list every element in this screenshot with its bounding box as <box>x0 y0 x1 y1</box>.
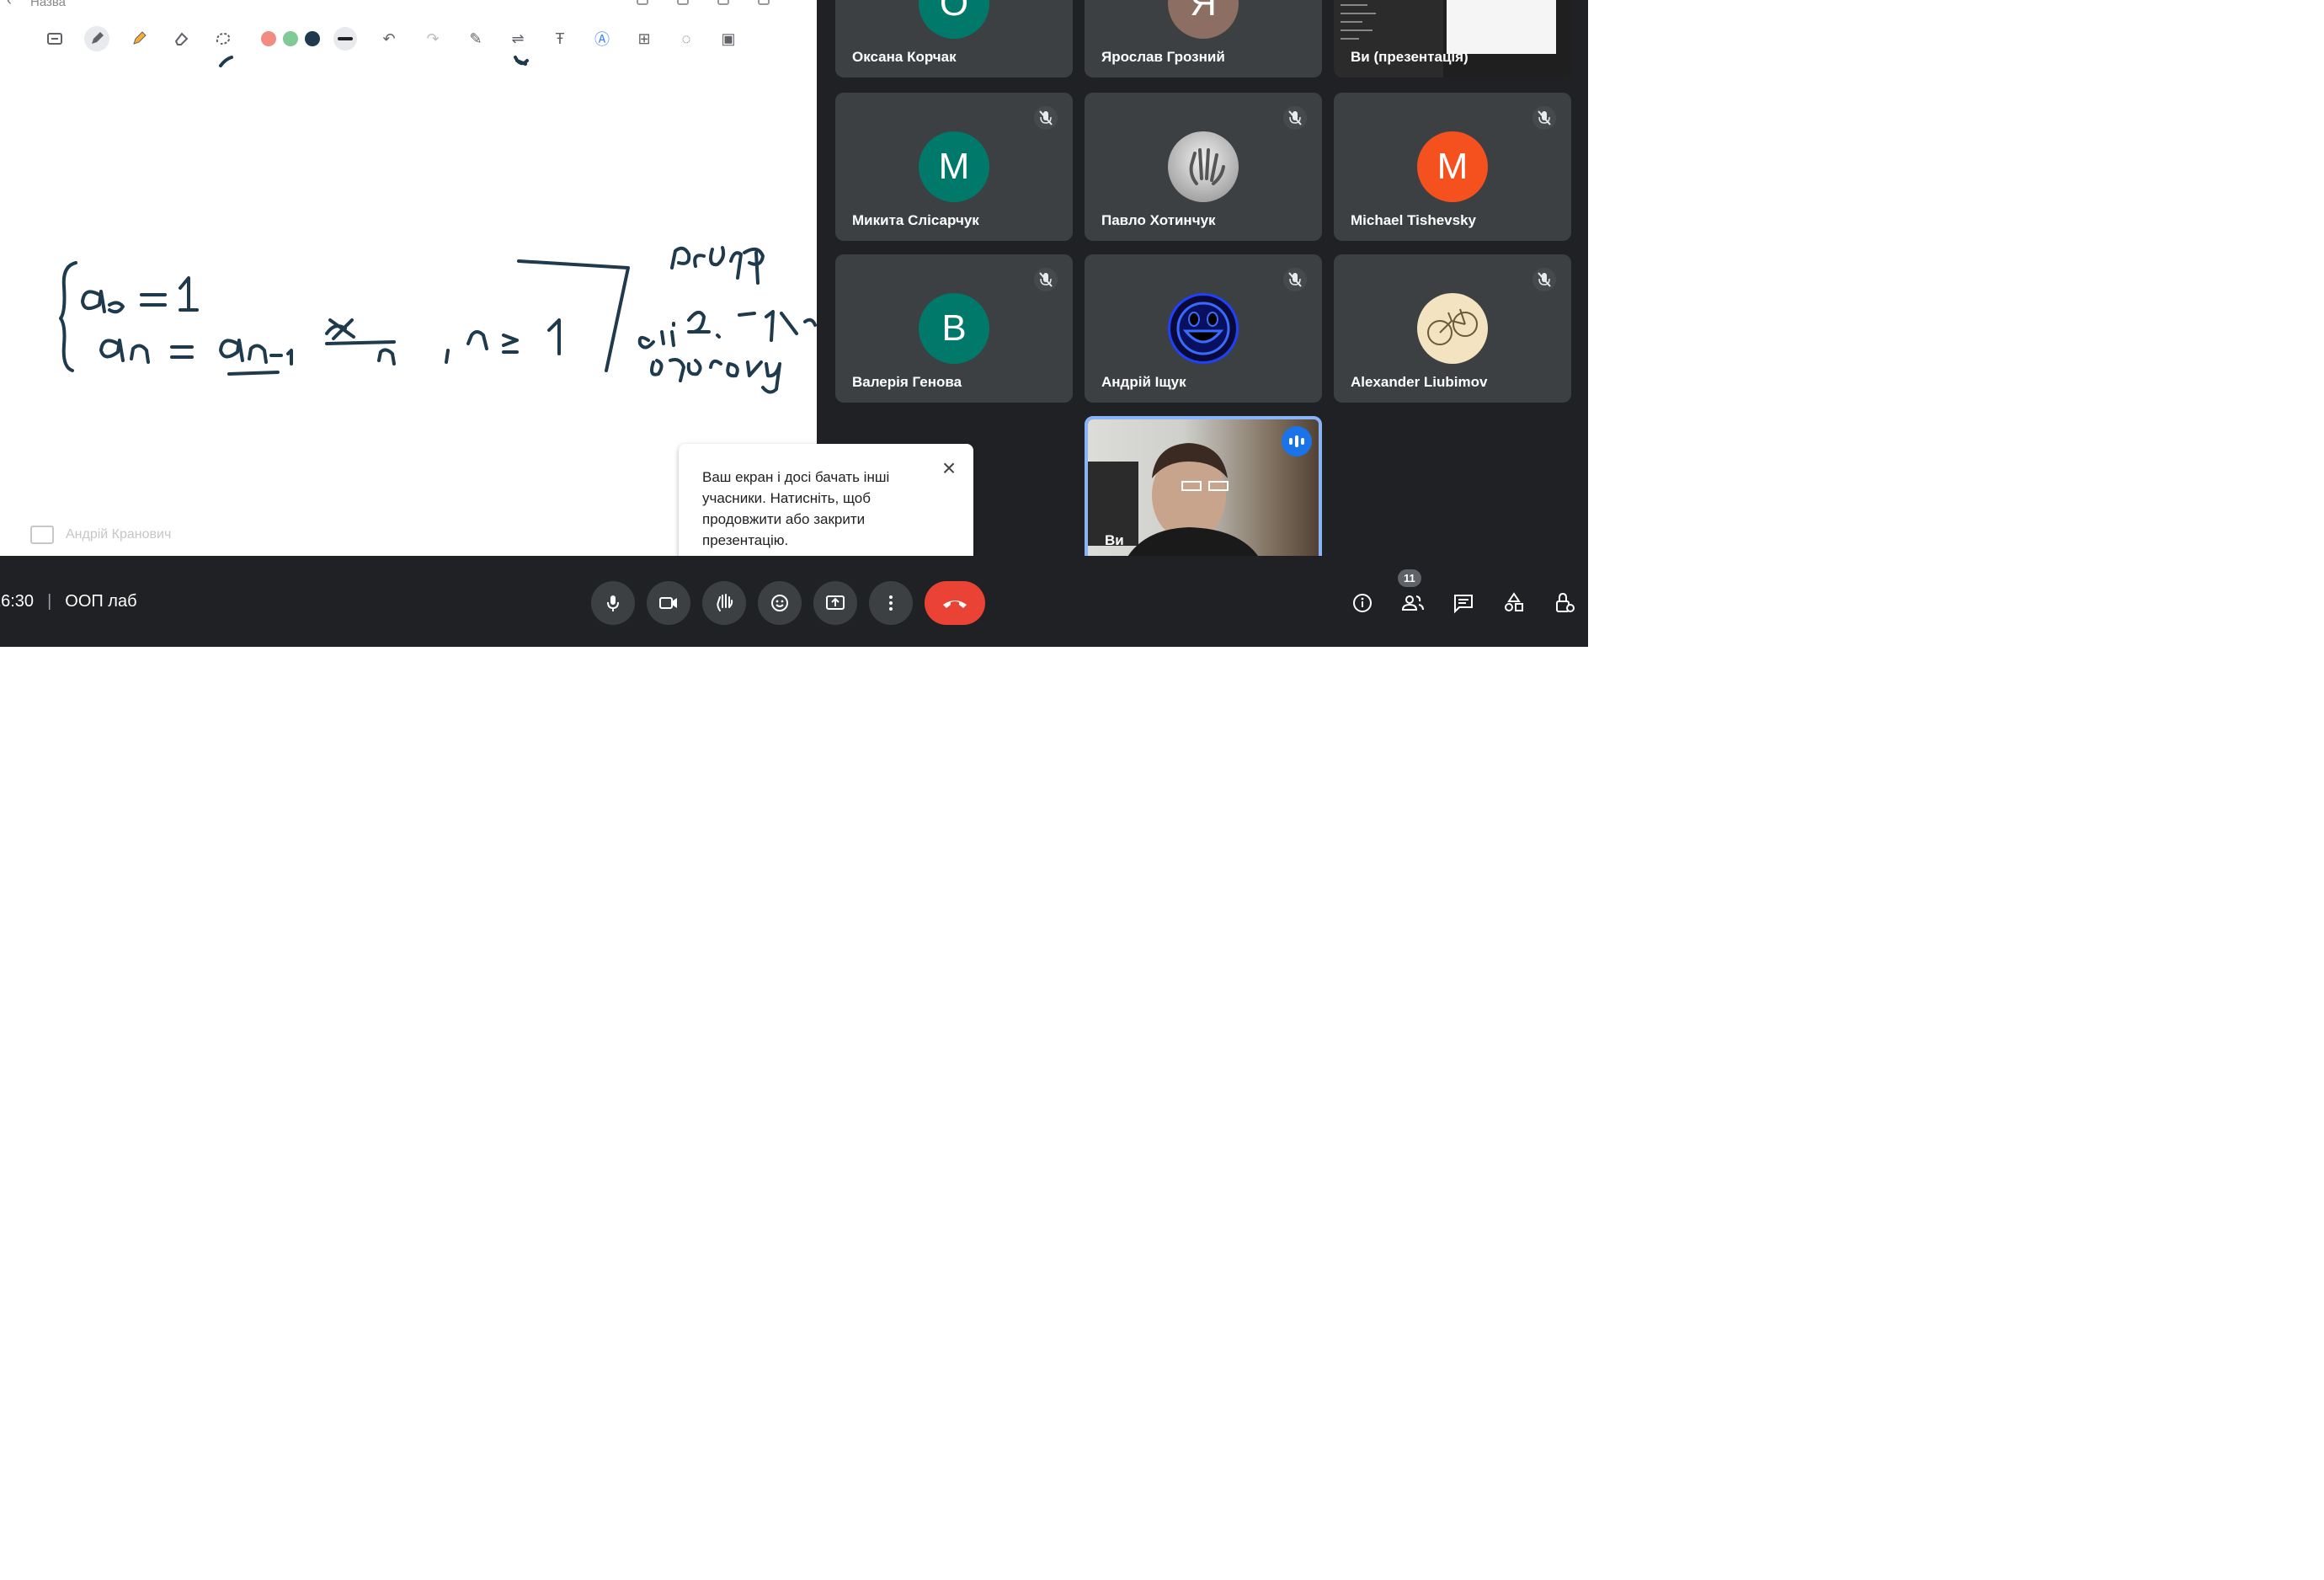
participant-tile[interactable]: Alexander Liubimov <box>1334 254 1571 403</box>
meeting-details-button[interactable] <box>1342 583 1383 623</box>
ink-stroke <box>514 56 529 66</box>
presentation-thumbnail-code <box>1334 0 1443 77</box>
self-video-tile[interactable]: Ви <box>1085 416 1322 564</box>
ink-stroke <box>130 344 150 364</box>
people-button[interactable] <box>1393 583 1433 623</box>
end-call-icon <box>943 601 967 608</box>
more-options-button[interactable] <box>869 581 913 625</box>
meeting-name: ООП лаб <box>65 592 137 611</box>
participant-name: Микита Слісарчук <box>852 212 979 228</box>
ink-stroke <box>170 345 194 359</box>
ink-stroke <box>325 340 396 345</box>
meeting-time: 16:30 <box>0 592 35 611</box>
leave-call-button[interactable] <box>925 581 985 625</box>
info-icon <box>1353 594 1372 612</box>
participant-name: Валерія Генова <box>852 374 962 390</box>
presenter-label: Андрій Кранович <box>30 526 171 544</box>
people-icon <box>1401 595 1424 611</box>
participant-name: Андрій Іщук <box>1101 374 1186 390</box>
participant-name: Alexander Liubimov <box>1351 374 1488 390</box>
chat-icon <box>1454 595 1473 614</box>
hand-icon <box>717 594 733 611</box>
mic-off-icon <box>1034 268 1058 291</box>
lock-person-icon <box>1556 592 1575 612</box>
activities-button[interactable] <box>1494 583 1534 623</box>
ink-stroke <box>445 349 450 364</box>
ink-word-rekur <box>670 246 765 285</box>
camera-icon <box>659 597 677 609</box>
participant-tile[interactable]: О Оксана Корчак <box>835 0 1073 77</box>
ink-stroke <box>140 293 167 307</box>
microphone-button[interactable] <box>591 581 635 625</box>
mic-off-icon <box>1283 268 1307 291</box>
tooltip-text: Ваш екран і досі бачать інші учасники. Н… <box>702 469 890 548</box>
participant-tile[interactable]: M Michael Tishevsky <box>1334 93 1571 241</box>
participant-name: Michael Tishevsky <box>1351 212 1476 228</box>
participant-tile[interactable]: М Микита Слісарчук <box>835 93 1073 241</box>
control-bar: 16:30 | ООП лаб 11 <box>0 556 1588 647</box>
presentation-tile[interactable]: Ви (презентація) <box>1334 0 1571 77</box>
participant-tile[interactable]: Я Ярослав Грозний <box>1085 0 1322 77</box>
ink-stroke <box>248 344 293 366</box>
ink-stroke <box>325 318 355 340</box>
participant-name: Оксана Корчак <box>852 49 957 65</box>
reactions-button[interactable] <box>758 581 802 625</box>
screen-share-icon <box>30 526 54 544</box>
ink-stroke <box>377 348 396 366</box>
mic-off-icon <box>1283 106 1307 130</box>
presentation-thumbnail-board <box>1447 0 1556 54</box>
raise-hand-button[interactable] <box>702 581 746 625</box>
avatar-photo-smiley <box>1168 293 1239 364</box>
participant-name: Ярослав Грозний <box>1101 49 1225 65</box>
close-icon[interactable]: × <box>936 455 962 481</box>
separator: | <box>47 592 52 611</box>
avatar-photo-bicycle <box>1417 293 1488 364</box>
ink-word-rib <box>637 310 817 350</box>
emoji-icon <box>771 595 788 611</box>
more-vert-icon <box>889 595 893 611</box>
ink-stroke <box>466 330 488 350</box>
ink-stroke <box>547 318 561 355</box>
ink-stroke <box>219 56 233 67</box>
ink-stroke <box>219 339 244 362</box>
avatar-photo-hand <box>1168 131 1239 202</box>
present-button[interactable] <box>813 581 857 625</box>
ink-bracket <box>517 259 630 372</box>
presentation-tooltip[interactable]: Ваш екран і досі бачать інші учасники. Н… <box>679 444 973 584</box>
participant-tile[interactable]: Павло Хотинчук <box>1085 93 1322 241</box>
avatar: О <box>919 0 989 39</box>
participant-tile[interactable]: В Валерія Генова <box>835 254 1073 403</box>
avatar: М <box>919 131 989 202</box>
ink-word-poryadku <box>650 358 781 394</box>
avatar: Я <box>1168 0 1239 39</box>
speaking-indicator-icon <box>1282 426 1312 456</box>
mic-off-icon <box>1532 106 1556 130</box>
ink-stroke <box>179 276 199 312</box>
participant-name: Ви <box>1105 532 1124 548</box>
participant-name: Ви (презентація) <box>1351 49 1468 65</box>
ink-stroke <box>108 301 125 314</box>
mic-off-icon <box>1034 106 1058 130</box>
participant-name: Павло Хотинчук <box>1101 212 1216 228</box>
ink-stroke <box>502 334 519 354</box>
meet-window: ‹ Назва ↶ ↷ ✎ ⇌ Ŧ Ⓐ ⊞ ◌ ▣ Андрій Кранови… <box>0 0 1588 647</box>
ink-brace <box>59 261 77 372</box>
camera-button[interactable] <box>647 581 690 625</box>
host-controls-button[interactable] <box>1544 583 1585 623</box>
participant-count-badge: 11 <box>1398 569 1421 587</box>
meeting-info: 16:30 | ООП лаб <box>0 592 137 611</box>
avatar: M <box>1417 131 1488 202</box>
ink-stroke <box>81 290 106 313</box>
chat-button[interactable] <box>1443 583 1484 623</box>
mic-off-icon <box>1532 268 1556 291</box>
ink-stroke <box>99 339 125 362</box>
microphone-icon <box>607 595 619 611</box>
participant-tile[interactable]: Андрій Іщук <box>1085 254 1322 403</box>
ink-stroke <box>227 371 280 376</box>
avatar: В <box>919 293 989 364</box>
present-screen-icon <box>826 595 845 610</box>
shapes-icon <box>1505 592 1523 611</box>
